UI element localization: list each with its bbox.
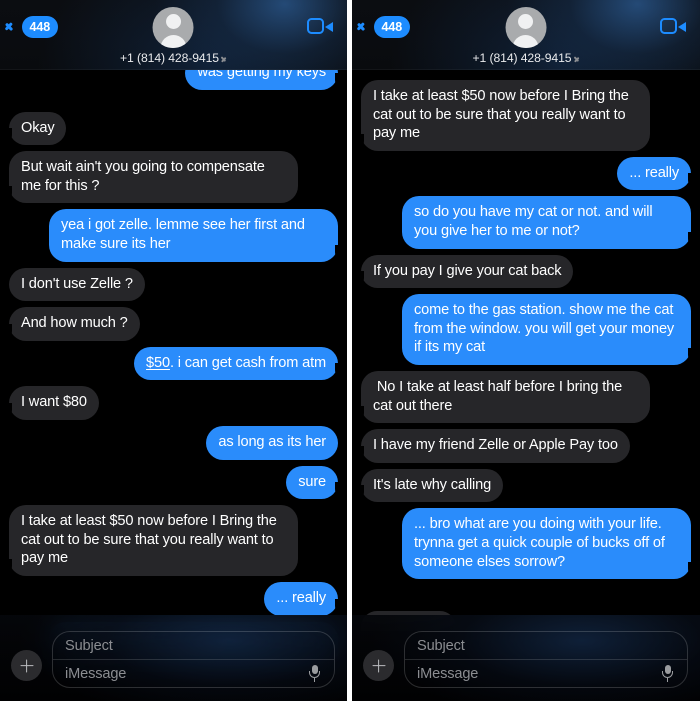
outgoing-message-bubble[interactable]: ... bro what are you doing with your lif… (402, 508, 698, 580)
chevron-right-icon (574, 54, 579, 63)
microphone-icon[interactable] (309, 664, 320, 683)
person-placeholder-avatar (505, 7, 547, 48)
conversation-header-left: 448 +1 (814) 428-9415 (0, 0, 347, 70)
subject-input-right[interactable]: Subject (405, 632, 687, 660)
imessage-input-right[interactable]: iMessage (405, 660, 687, 687)
incoming-message-bubble[interactable]: I take at least $50 now before I Bring t… (2, 505, 298, 576)
message-row: as long as its her (0, 425, 347, 460)
video-camera-icon (307, 18, 324, 34)
imessage-placeholder-text: iMessage (417, 665, 479, 682)
outgoing-message-bubble[interactable]: so do you have my cat or not. and will y… (402, 196, 698, 249)
microphone-arc-shape (309, 671, 320, 678)
incoming-message-bubble[interactable]: It's late why calling (353, 468, 504, 503)
person-placeholder-avatar (153, 7, 194, 48)
message-row: ... really (352, 156, 700, 191)
dual-screenshot-collage: was getting my keys Okay But wait ain't yo… (0, 0, 700, 701)
avatar-head-shape (166, 14, 181, 29)
contact-phone-number-left[interactable]: +1 (814) 428-9415 (120, 51, 227, 65)
message-row: sure (0, 465, 347, 500)
outgoing-message-bubble[interactable]: come to the gas station. show me the cat… (402, 294, 698, 365)
message-row: Okay (0, 111, 347, 146)
right-conversation-screenshot: I take at least $50 now before I Bring t… (352, 0, 700, 701)
message-row: ... really (0, 581, 347, 616)
outgoing-message-bubble[interactable]: yea i got zelle. lemme see her first and… (49, 209, 345, 262)
chevron-left-icon (9, 18, 20, 37)
plus-icon[interactable] (363, 650, 394, 681)
avatar-head-shape (518, 14, 534, 29)
outgoing-message-bubble[interactable]: as long as its her (206, 425, 338, 460)
outgoing-message-bubble[interactable]: $50. i can get cash from atm (134, 346, 345, 381)
subject-placeholder-text: Subject (65, 637, 113, 654)
message-row: so do you have my cat or not. and will y… (352, 196, 700, 249)
message-row: I have my friend Zelle or Apple Pay too (352, 429, 700, 463)
chevron-left-icon (361, 18, 372, 37)
message-row: ... bro what are you doing with your lif… (352, 508, 700, 580)
message-row: $50. i can get cash from atm (0, 346, 347, 381)
phone-number-text: +1 (814) 428-9415 (120, 51, 219, 65)
incoming-message-bubble[interactable]: I want $80 (2, 386, 99, 420)
back-button-left[interactable]: 448 (9, 16, 58, 38)
back-button-right[interactable]: 448 (361, 16, 410, 38)
message-row: But wait ain't you going to compensate m… (0, 151, 347, 204)
contact-phone-number-right[interactable]: +1 (814) 428-9415 (473, 51, 580, 65)
contact-header-left[interactable]: +1 (814) 428-9415 (120, 7, 227, 65)
avatar-body-shape (513, 35, 539, 48)
microphone-stem-shape (313, 678, 316, 682)
message-thread-right[interactable]: I take at least $50 now before I Bring t… (352, 0, 700, 701)
video-camera-lens-icon (325, 21, 333, 32)
phone-number-text: +1 (814) 428-9415 (472, 51, 572, 65)
message-row: come to the gas station. show me the cat… (352, 294, 700, 365)
composer-fields-right: Subject iMessage (404, 631, 688, 688)
outgoing-message-bubble[interactable]: ... really (264, 581, 345, 616)
message-row: I want $80 (0, 386, 347, 420)
facetime-button-left[interactable] (307, 18, 333, 36)
message-row: It's late why calling (352, 468, 700, 503)
conversation-header-right: 448 +1 (814) 428-9415 (352, 0, 700, 70)
message-row: I take at least $50 now before I Bring t… (0, 505, 347, 576)
chevron-right-icon (222, 54, 227, 63)
subject-input-left[interactable]: Subject (53, 632, 334, 660)
outgoing-message-bubble[interactable]: sure (286, 465, 345, 500)
microphone-icon[interactable] (662, 664, 673, 683)
plus-icon[interactable] (11, 650, 42, 681)
incoming-message-bubble[interactable]: Okay (1, 111, 67, 146)
message-row: No I take at least half before I bring t… (352, 370, 700, 424)
unread-count-badge: 448 (374, 16, 410, 38)
message-row: If you pay I give your cat back (352, 254, 700, 289)
imessage-placeholder-text: iMessage (65, 665, 127, 682)
avatar-body-shape (160, 35, 187, 48)
contact-header-right[interactable]: +1 (814) 428-9415 (473, 7, 580, 65)
composer-fields-left: Subject iMessage (52, 631, 335, 688)
incoming-message-bubble[interactable]: And how much ? (2, 307, 140, 341)
subject-placeholder-text: Subject (417, 637, 465, 654)
incoming-message-bubble[interactable]: I don't use Zelle ? (9, 267, 145, 302)
incoming-message-bubble[interactable]: But wait ain't you going to compensate m… (2, 151, 298, 204)
incoming-message-bubble[interactable]: I have my friend Zelle or Apple Pay too (354, 429, 630, 463)
facetime-button-right[interactable] (660, 18, 686, 36)
incoming-message-bubble[interactable]: No I take at least half before I bring t… (354, 370, 650, 424)
message-composer-left: Subject iMessage (0, 615, 347, 701)
video-camera-icon (660, 18, 677, 34)
message-thread-left[interactable]: was getting my keys Okay But wait ain't yo… (0, 0, 347, 701)
message-row: yea i got zelle. lemme see her first and… (0, 209, 347, 262)
imessage-input-left[interactable]: iMessage (53, 660, 334, 687)
microphone-arc-shape (662, 671, 673, 678)
message-row: And how much ? (0, 307, 347, 341)
message-row: I take at least $50 now before I Bring t… (352, 80, 700, 151)
message-row: I don't use Zelle ? (0, 267, 347, 302)
microphone-stem-shape (666, 678, 669, 682)
incoming-message-bubble[interactable]: If you pay I give your cat back (353, 254, 574, 289)
message-composer-right: Subject iMessage (352, 615, 700, 701)
outgoing-message-bubble[interactable]: ... really (617, 156, 698, 191)
video-camera-lens-icon (678, 21, 686, 32)
currency-data-detector-link[interactable]: $50 (146, 355, 170, 371)
incoming-message-bubble[interactable]: I take at least $50 now before I Bring t… (354, 80, 650, 151)
unread-count-badge: 448 (22, 16, 58, 38)
left-conversation-screenshot: was getting my keys Okay But wait ain't yo… (0, 0, 347, 701)
